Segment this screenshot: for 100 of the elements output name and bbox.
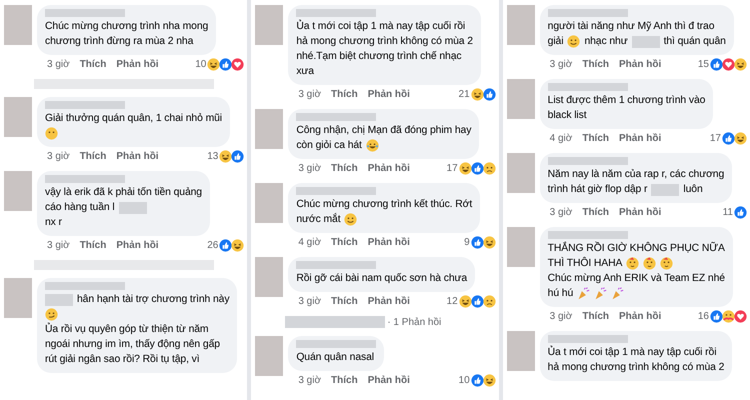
avatar-placeholder <box>4 278 32 318</box>
thumbs-up-icon <box>219 239 232 252</box>
comment-time: 3 giờ <box>298 296 322 307</box>
comment-text: Ủa t mới coi tập 1 mà nay tập cuối rồi <box>548 345 716 360</box>
comment-text: thì quán quân <box>664 35 726 49</box>
laughing-face-icon <box>207 58 220 71</box>
comment-text: Giải thưởng quán quân, 1 chai nhỏ mũi <box>45 112 222 126</box>
reply-link[interactable]: Phản hồi <box>116 240 159 251</box>
comment-text: rút giải ngân sao rồi? Rồi tụ tập, vì <box>45 353 200 367</box>
comment-time: 4 giờ <box>298 237 322 248</box>
thumbs-up-icon <box>734 206 747 219</box>
avatar-placeholder <box>4 97 32 137</box>
like-link[interactable]: Thích <box>80 59 106 70</box>
like-link[interactable]: Thích <box>80 151 106 162</box>
comment-text: Quán quân nasal <box>296 351 374 365</box>
thumbs-up-icon <box>470 374 484 387</box>
reply-link[interactable]: Phản hồi <box>368 163 410 174</box>
comment-text: black list <box>548 109 586 123</box>
reply-link[interactable]: Phản hồi <box>368 296 410 307</box>
thumbs-up-icon <box>470 236 484 249</box>
avatar-placeholder <box>506 153 535 193</box>
comment-text: Công nhận, chị Mạn đã đóng phim hay <box>296 124 472 138</box>
reaction-count: 11 <box>722 207 733 218</box>
party-popper-icon <box>577 287 590 300</box>
avatar-placeholder <box>255 183 284 223</box>
avatar-placeholder <box>255 109 284 149</box>
thumbs-up-icon <box>482 88 496 101</box>
sad-face-icon <box>482 295 496 308</box>
reply-link[interactable]: Phản hồi <box>619 207 662 218</box>
reaction-count: 12 <box>446 296 458 307</box>
like-link[interactable]: Thích <box>582 133 610 144</box>
like-link[interactable]: Thích <box>582 59 610 70</box>
comment-text: cáo hàng tuần l <box>45 201 115 215</box>
reaction-count: 21 <box>458 89 470 100</box>
thumbs-up-icon <box>710 310 723 323</box>
avatar-placeholder <box>506 5 535 45</box>
party-face-icon <box>626 257 640 270</box>
like-link[interactable]: Thích <box>582 207 610 218</box>
like-link[interactable]: Thích <box>331 375 358 386</box>
avatar-placeholder <box>506 331 535 371</box>
reply-link[interactable]: Phản hồi <box>619 133 662 144</box>
comment-text: luôn <box>683 183 703 197</box>
avatar-placeholder <box>255 5 284 45</box>
avatar-placeholder <box>4 171 32 211</box>
comment-text: vậy là erik đã k phải tốn tiền quảng <box>45 186 202 200</box>
thumbs-up-icon <box>470 295 484 308</box>
reply-link[interactable]: Phản hồi <box>368 237 410 248</box>
comment-text: người tài năng như Mỹ Anh thì đ trao <box>548 20 714 34</box>
replies-link[interactable]: · 1 Phản hồi <box>387 316 442 328</box>
avatar-placeholder <box>4 5 32 45</box>
reply-link[interactable]: Phản hồi <box>619 311 662 322</box>
thumbs-up-icon <box>710 58 723 71</box>
comment-time: 3 giờ <box>550 59 572 70</box>
reply-link[interactable]: Phản hồi <box>116 59 159 70</box>
reply-link[interactable]: Phản hồi <box>368 89 410 100</box>
comment-time: 3 giờ <box>298 375 322 386</box>
comment-time: 3 giờ <box>47 151 70 162</box>
like-link[interactable]: Thích <box>331 296 358 307</box>
reply-link[interactable]: Phản hồi <box>368 375 410 386</box>
comment-text: nước mắt <box>296 212 340 227</box>
like-link[interactable]: Thích <box>331 237 358 248</box>
comment-text: hả mong chương trình không có mùa 2 <box>548 361 724 375</box>
laughing-face-icon <box>734 132 747 145</box>
laughing-face-icon <box>482 374 496 387</box>
comment-text: Năm nay là năm của rap r, các chương <box>548 168 724 182</box>
like-link[interactable]: Thích <box>582 311 610 322</box>
reaction-count: 9 <box>464 237 470 248</box>
party-popper-icon <box>594 287 608 300</box>
comment-text: List được thêm 1 chương trình vào <box>548 94 706 108</box>
like-link[interactable]: Thích <box>331 163 358 174</box>
like-link[interactable]: Thích <box>331 89 358 100</box>
comment-time: 3 giờ <box>298 163 322 174</box>
comment-text: Ủa t mới coi tập 1 mà nay tập cuối rồi <box>296 19 466 34</box>
comment-text: Rồi gỡ cái bài nam quốc sơn hà chưa <box>296 272 468 286</box>
comment-text: nhé.Tạm biệt chương trình chế nhạc <box>296 50 462 64</box>
reaction-count: 16 <box>698 311 709 322</box>
reply-link[interactable]: Phản hồi <box>619 59 662 70</box>
reply-link[interactable]: Phản hồi <box>116 151 159 162</box>
sad-face-icon <box>482 162 496 175</box>
comment-text: hân hạnh tài trợ chương trình này <box>77 293 230 307</box>
laughing-face-icon <box>458 295 472 308</box>
comment-text: hả mong chương trình không có mùa 2 <box>296 35 473 49</box>
avatar-placeholder <box>255 257 284 297</box>
reaction-count: 26 <box>207 240 218 251</box>
blurred-text <box>118 202 147 214</box>
blurred-text <box>651 184 680 196</box>
party-face-icon <box>643 257 656 270</box>
comment-text: Ủa rồi vụ quyên góp từ thiện từ năm <box>45 322 208 337</box>
comment-time: 3 giờ <box>550 311 572 322</box>
comment-text: THẮNG RỒI GIỜ KHÔNG PHỤC NỮA <box>548 241 725 256</box>
comment-time: 3 giờ <box>298 89 322 100</box>
like-link[interactable]: Thích <box>80 240 106 251</box>
blurred-text <box>45 294 73 306</box>
smiley-icon <box>344 213 358 226</box>
reaction-count: 15 <box>698 59 709 70</box>
laughing-face-icon <box>219 150 232 163</box>
comment-text: chương trình đừng ra mùa 2 nha <box>45 35 194 49</box>
laughing-face-icon <box>734 58 747 71</box>
comment-time: 4 giờ <box>550 133 572 144</box>
comment-text: xưa <box>296 65 314 79</box>
